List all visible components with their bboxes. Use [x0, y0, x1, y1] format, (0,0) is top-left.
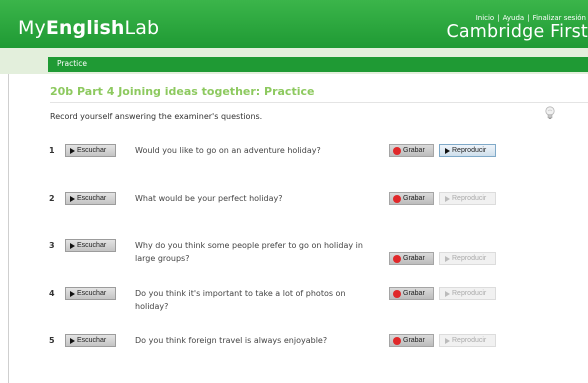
record-button[interactable]: Grabar — [389, 287, 434, 300]
record-label: Grabar — [403, 147, 425, 154]
play-triangle-icon — [445, 195, 450, 202]
logo-prefix: My — [18, 17, 46, 39]
question-text: Do you think it's important to take a lo… — [135, 289, 346, 311]
top-links: Inicio | Ayuda | Finalizar sesión — [476, 14, 586, 22]
listen-button[interactable]: Escuchar — [65, 239, 116, 252]
myenglishlab-logo[interactable]: MyEnglishLab — [18, 17, 159, 39]
question-text: Do you think foreign travel is always en… — [135, 336, 328, 345]
link-separator: | — [527, 14, 530, 22]
play-label: Reproducir — [452, 255, 487, 262]
play-recording-button[interactable]: Reproducir — [439, 144, 496, 157]
record-dot-icon — [393, 146, 401, 155]
page-title: 20b Part 4 Joining ideas together: Pract… — [50, 85, 315, 98]
listen-label: Escuchar — [77, 242, 107, 249]
link-inicio[interactable]: Inicio — [476, 14, 495, 22]
record-label: Grabar — [403, 255, 425, 262]
lightbulb-icon[interactable] — [544, 106, 556, 120]
link-finalizar-sesion[interactable]: Finalizar sesión — [533, 14, 586, 22]
record-button[interactable]: Grabar — [389, 192, 434, 205]
play-triangle-icon — [445, 255, 450, 262]
tab-practice-label: Practice — [57, 59, 87, 68]
app-header: MyEnglishLab Inicio | Ayuda | Finalizar sesi… — [0, 0, 588, 48]
logo-suffix: Lab — [124, 17, 160, 39]
question-text: Would you like to go on an adventure hol… — [135, 146, 321, 155]
listen-button[interactable]: Escuchar — [65, 192, 116, 205]
question-number: 4 — [49, 289, 55, 298]
record-dot-icon — [393, 289, 401, 298]
play-triangle-icon — [445, 337, 450, 344]
record-label: Grabar — [403, 337, 425, 344]
play-triangle-icon — [445, 290, 450, 297]
play-triangle-icon — [70, 147, 75, 154]
question-number: 2 — [49, 194, 55, 203]
content-border — [8, 74, 9, 383]
record-button[interactable]: Grabar — [389, 252, 434, 265]
listen-label: Escuchar — [77, 290, 107, 297]
record-button[interactable]: Grabar — [389, 144, 434, 157]
play-recording-button[interactable]: Reproducir — [439, 287, 496, 300]
play-label: Reproducir — [452, 337, 487, 344]
listen-button[interactable]: Escuchar — [65, 144, 116, 157]
link-separator: | — [497, 14, 500, 22]
title-divider — [50, 102, 588, 103]
play-recording-button[interactable]: Reproducir — [439, 192, 496, 205]
record-label: Grabar — [403, 195, 425, 202]
record-dot-icon — [393, 336, 401, 345]
link-ayuda[interactable]: Ayuda — [503, 14, 525, 22]
record-label: Grabar — [403, 290, 425, 297]
listen-label: Escuchar — [77, 337, 107, 344]
record-dot-icon — [393, 254, 401, 263]
question-number: 5 — [49, 336, 55, 345]
logo-mid: English — [45, 17, 125, 39]
question-number: 1 — [49, 146, 55, 155]
play-triangle-icon — [70, 242, 75, 249]
play-label: Reproducir — [452, 195, 487, 202]
listen-label: Escuchar — [77, 147, 107, 154]
play-recording-button[interactable]: Reproducir — [439, 252, 496, 265]
play-recording-button[interactable]: Reproducir — [439, 334, 496, 347]
record-button[interactable]: Grabar — [389, 334, 434, 347]
play-triangle-icon — [70, 290, 75, 297]
record-dot-icon — [393, 194, 401, 203]
instructions: Record yourself answering the examiner's… — [50, 112, 263, 121]
play-label: Reproducir — [452, 290, 487, 297]
play-label: Reproducir — [452, 147, 487, 154]
play-triangle-icon — [70, 337, 75, 344]
question-number: 3 — [49, 241, 55, 250]
question-text: Why do you think some people prefer to g… — [135, 241, 363, 263]
listen-button[interactable]: Escuchar — [65, 287, 116, 300]
listen-button[interactable]: Escuchar — [65, 334, 116, 347]
question-text: What would be your perfect holiday? — [135, 194, 283, 203]
play-triangle-icon — [445, 147, 450, 154]
course-brand: Cambridge First — [446, 22, 588, 42]
play-triangle-icon — [70, 195, 75, 202]
listen-label: Escuchar — [77, 195, 107, 202]
tab-practice[interactable]: Practice — [48, 57, 588, 72]
